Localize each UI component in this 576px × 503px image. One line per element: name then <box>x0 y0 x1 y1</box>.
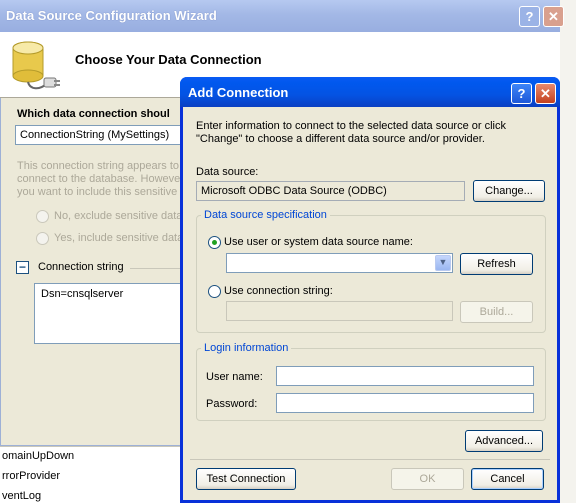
change-button[interactable]: Change... <box>473 180 545 202</box>
password-label: Password: <box>206 398 258 410</box>
data-source-spec-legend: Data source specification <box>201 209 330 221</box>
sensitive-info-text: This connection string appears to connec… <box>17 160 180 199</box>
advanced-button[interactable]: Advanced... <box>465 430 543 452</box>
cancel-button[interactable]: Cancel <box>471 468 544 490</box>
separator <box>130 268 180 269</box>
use-dsn-label: Use user or system data source name: <box>224 236 413 248</box>
close-button[interactable]: ✕ <box>543 6 564 27</box>
connection-string-box[interactable]: Dsn=cnsqlserver <box>34 283 181 344</box>
connection-string-value: Dsn=cnsqlserver <box>41 288 124 300</box>
build-button[interactable]: Build... <box>460 301 533 323</box>
connection-question-label: Which data connection shoul <box>17 108 170 120</box>
wizard-title: Data Source Configuration Wizard <box>6 8 217 23</box>
include-sensitive-radio[interactable] <box>36 232 49 245</box>
refresh-button[interactable]: Refresh <box>460 253 533 275</box>
include-sensitive-label: Yes, include sensitive data <box>54 232 180 244</box>
help-button[interactable]: ? <box>519 6 540 27</box>
ok-button[interactable]: OK <box>391 468 464 490</box>
username-input[interactable] <box>276 366 534 386</box>
wizard-page-title: Choose Your Data Connection <box>75 52 262 67</box>
info-line: you want to include this sensitive <box>17 186 178 198</box>
collapse-icon[interactable]: − <box>16 261 29 274</box>
close-icon: ✕ <box>548 9 559 24</box>
close-icon: ✕ <box>540 86 551 101</box>
help-icon: ? <box>525 9 534 24</box>
database-icon <box>12 41 60 90</box>
use-dsn-radio[interactable] <box>208 236 221 249</box>
dialog-help-button[interactable]: ? <box>511 83 532 104</box>
info-line: connect to the database. Howeve <box>17 173 181 185</box>
use-connection-string-label: Use connection string: <box>224 285 333 297</box>
dialog-intro: Enter information to connect to the sele… <box>196 120 506 146</box>
intro-line: Enter information to connect to the sele… <box>196 120 506 132</box>
data-source-field: Microsoft ODBC Data Source (ODBC) <box>196 181 465 201</box>
username-label: User name: <box>206 371 263 383</box>
intro-line: "Change" to choose a different data sour… <box>196 133 485 145</box>
data-source-label: Data source: <box>196 166 259 178</box>
connection-string-label: Connection string <box>38 261 124 273</box>
dsn-dropdown[interactable]: ▼ <box>226 253 453 273</box>
toolbox-item[interactable]: rrorProvider <box>2 470 60 482</box>
chevron-down-icon[interactable]: ▼ <box>435 255 451 271</box>
separator <box>190 459 550 460</box>
test-connection-button[interactable]: Test Connection <box>196 468 296 490</box>
wizard-titlebar: Data Source Configuration Wizard ? ✕ <box>0 0 564 32</box>
toolbox-item[interactable]: ventLog <box>2 490 41 502</box>
use-connection-string-radio[interactable] <box>208 285 221 298</box>
connection-combo[interactable]: ConnectionString (MySettings) <box>15 125 181 145</box>
login-info-legend: Login information <box>201 342 292 354</box>
dialog-close-button[interactable]: ✕ <box>535 83 556 104</box>
dialog-titlebar: Add Connection ? ✕ <box>180 77 560 107</box>
toolbox-list: omainUpDown rrorProvider ventLog <box>0 446 180 503</box>
help-icon: ? <box>517 86 526 101</box>
info-line: This connection string appears to <box>17 160 180 172</box>
dialog-title: Add Connection <box>188 85 289 100</box>
connection-string-field[interactable] <box>226 301 453 321</box>
exclude-sensitive-radio[interactable] <box>36 210 49 223</box>
toolbox-item[interactable]: omainUpDown <box>2 450 74 462</box>
exclude-sensitive-label: No, exclude sensitive data <box>54 210 180 222</box>
password-input[interactable] <box>276 393 534 413</box>
